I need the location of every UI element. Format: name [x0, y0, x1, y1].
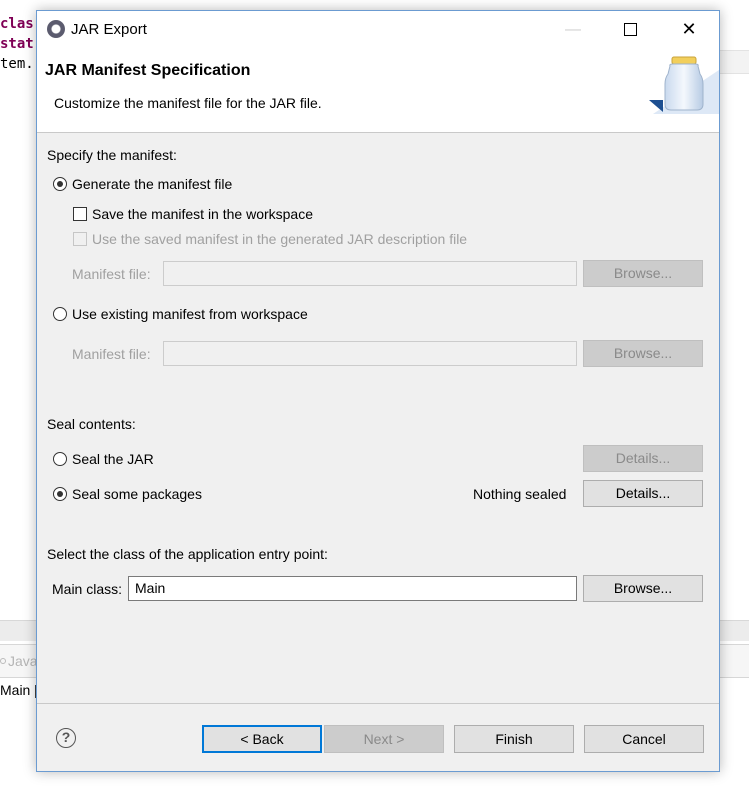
use-existing-manifest-label[interactable]: Use existing manifest from workspace [72, 306, 308, 322]
use-saved-manifest-checkbox[interactable] [73, 232, 87, 246]
seal-some-packages-radio[interactable] [53, 487, 67, 501]
next-button[interactable]: Next > [324, 725, 444, 753]
save-manifest-checkbox[interactable] [73, 207, 87, 221]
generate-manifest-radio[interactable] [53, 177, 67, 191]
footer-separator [37, 703, 719, 704]
wizard-banner: JAR Manifest Specification Customize the… [37, 48, 719, 133]
main-class-browse-button[interactable]: Browse... [583, 575, 703, 602]
manifest-file-label: Manifest file: [72, 266, 151, 282]
seal-some-packages-label[interactable]: Seal some packages [72, 486, 202, 502]
existing-manifest-browse-button[interactable]: Browse... [583, 340, 703, 367]
code-line: clas [0, 16, 34, 32]
code-line: tem. [0, 56, 34, 72]
manifest-section-label: Specify the manifest: [47, 147, 177, 163]
back-button[interactable]: < Back [202, 725, 322, 753]
cancel-button[interactable]: Cancel [584, 725, 704, 753]
close-button[interactable]: ✕ [663, 11, 715, 48]
seal-jar-label[interactable]: Seal the JAR [72, 451, 154, 467]
title-bar[interactable]: JAR Export — ✕ [37, 11, 719, 48]
seal-status-text: Nothing sealed [473, 486, 567, 502]
manifest-browse-button[interactable]: Browse... [583, 260, 703, 287]
maximize-icon [623, 23, 637, 37]
maximize-button[interactable] [604, 11, 656, 48]
seal-section-label: Seal contents: [47, 416, 136, 432]
seal-jar-details-button[interactable]: Details... [583, 445, 703, 472]
code-line: stat [0, 36, 34, 52]
entry-point-section-label: Select the class of the application entr… [47, 546, 328, 562]
window-title: JAR Export [71, 21, 147, 38]
help-icon[interactable]: ? [56, 728, 76, 748]
java-tab-icon [0, 658, 6, 664]
existing-manifest-file-field[interactable] [163, 341, 577, 366]
generate-manifest-label[interactable]: Generate the manifest file [72, 176, 232, 192]
use-saved-manifest-label: Use the saved manifest in the generated … [92, 231, 468, 247]
jar-icon [649, 56, 719, 114]
main-class-label: Main class: [52, 581, 123, 597]
save-manifest-label[interactable]: Save the manifest in the workspace [92, 206, 313, 222]
existing-manifest-file-label: Manifest file: [72, 346, 151, 362]
seal-jar-radio[interactable] [53, 452, 67, 466]
eclipse-app-icon [47, 20, 65, 38]
main-class-input[interactable]: Main [128, 576, 577, 601]
tab-java[interactable]: Java [8, 653, 38, 669]
seal-packages-details-button[interactable]: Details... [583, 480, 703, 507]
bottom-panel-row: Main [ [0, 682, 39, 698]
manifest-file-field[interactable] [163, 261, 577, 286]
jar-export-dialog: JAR Export — ✕ JAR Manifest Specificatio… [36, 10, 720, 772]
page-title: JAR Manifest Specification [45, 62, 251, 79]
editor-ruler-strip [718, 50, 749, 74]
finish-button[interactable]: Finish [454, 725, 574, 753]
page-description: Customize the manifest file for the JAR … [54, 95, 322, 111]
minimize-button[interactable]: — [547, 11, 599, 48]
use-existing-manifest-radio[interactable] [53, 307, 67, 321]
